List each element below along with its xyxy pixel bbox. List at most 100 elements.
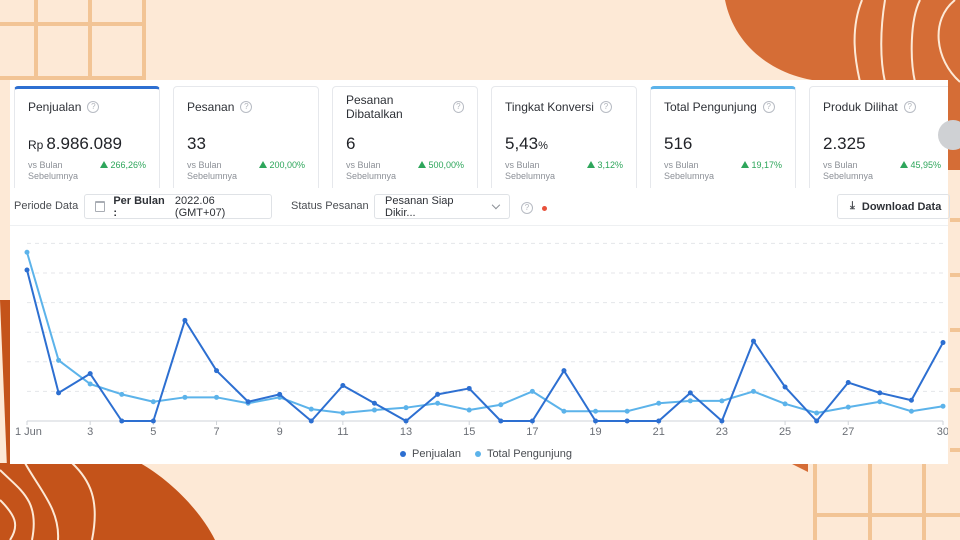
data-point-pengunjung[interactable] (814, 410, 820, 416)
data-point-pengunjung[interactable] (371, 407, 377, 413)
x-tick-label: 30 (937, 426, 948, 438)
card-title: Total Pengunjung? (664, 99, 782, 115)
card-value-number: 8.986.089 (46, 134, 122, 153)
metric-card[interactable]: Pesanan Dibatalkan? 6 vs Bulan Sebelumnya 50… (332, 86, 478, 188)
status-select[interactable]: Pesanan Siap Dikir... (374, 194, 510, 219)
data-point-penjualan[interactable] (119, 418, 125, 424)
legend-item-pengunjung[interactable]: Total Pengunjung (474, 448, 572, 460)
help-icon[interactable]: ? (240, 101, 253, 113)
data-point-pengunjung[interactable] (529, 388, 535, 394)
metric-cards: Penjualan? Rp 8.986.089 vs Bulan Sebelumnya 2… (14, 86, 948, 188)
help-icon[interactable]: ? (762, 101, 775, 113)
data-point-pengunjung[interactable] (656, 400, 662, 406)
metric-card[interactable]: Tingkat Konversi? 5,43% vs Bulan Sebelumnya… (491, 86, 637, 188)
chevron-down-icon (492, 200, 501, 209)
data-point-pengunjung[interactable] (24, 249, 30, 255)
data-point-pengunjung[interactable] (150, 399, 156, 405)
data-point-pengunjung[interactable] (119, 391, 125, 397)
card-title: Penjualan? (28, 99, 146, 115)
delta-badge: 19,17% (741, 160, 782, 182)
data-point-pengunjung[interactable] (214, 394, 220, 400)
card-title-text: Tingkat Konversi (505, 100, 594, 114)
data-point-pengunjung[interactable] (877, 399, 883, 405)
data-point-penjualan[interactable] (750, 338, 756, 344)
card-value-number: 2.325 (823, 134, 866, 153)
data-point-penjualan[interactable] (719, 418, 725, 424)
data-point-penjualan[interactable] (150, 418, 156, 424)
data-point-penjualan[interactable] (403, 418, 409, 424)
data-point-penjualan[interactable] (845, 380, 851, 386)
data-point-penjualan[interactable] (245, 399, 251, 405)
delta-badge: 266,26% (100, 160, 146, 182)
data-point-penjualan[interactable] (624, 418, 630, 424)
card-value-number: 516 (664, 134, 693, 153)
card-footer: vs Bulan Sebelumnya 266,26% (28, 160, 146, 182)
data-point-pengunjung[interactable] (466, 407, 472, 413)
data-point-penjualan[interactable] (87, 371, 93, 377)
data-point-penjualan[interactable] (466, 385, 472, 391)
data-point-penjualan[interactable] (687, 390, 693, 396)
data-point-penjualan[interactable] (940, 340, 946, 346)
data-point-penjualan[interactable] (214, 368, 220, 374)
data-point-pengunjung[interactable] (435, 400, 441, 406)
data-point-pengunjung[interactable] (782, 401, 788, 407)
metric-card[interactable]: Produk Dilihat? 2.325 vs Bulan Sebelumnya 45… (809, 86, 948, 188)
legend-item-penjualan[interactable]: Penjualan (400, 448, 461, 460)
help-icon[interactable]: ? (87, 101, 100, 113)
series-line-penjualan (26, 269, 944, 422)
data-point-penjualan[interactable] (182, 317, 188, 323)
data-point-penjualan[interactable] (435, 391, 441, 397)
data-point-pengunjung[interactable] (56, 357, 62, 363)
data-point-pengunjung[interactable] (750, 388, 756, 394)
period-picker[interactable]: Per Bulan : 2022.06 (GMT+07) (84, 194, 272, 219)
data-point-penjualan[interactable] (371, 400, 377, 406)
data-point-pengunjung[interactable] (719, 398, 725, 404)
card-value: 33 (187, 134, 305, 154)
data-point-penjualan[interactable] (529, 418, 535, 424)
card-footer: vs Bulan Sebelumnya 3,12% (505, 160, 623, 182)
delta-value: 266,26% (110, 160, 146, 170)
data-point-penjualan[interactable] (561, 368, 567, 374)
help-icon[interactable]: ? (903, 101, 916, 113)
data-point-pengunjung[interactable] (908, 408, 914, 414)
data-point-pengunjung[interactable] (687, 398, 693, 404)
data-point-pengunjung[interactable] (498, 402, 504, 408)
calendar-icon (95, 201, 106, 212)
data-point-pengunjung[interactable] (87, 381, 93, 387)
help-icon[interactable]: ? (521, 202, 533, 214)
data-point-pengunjung[interactable] (340, 410, 346, 416)
data-point-penjualan[interactable] (656, 418, 662, 424)
data-point-penjualan[interactable] (877, 390, 883, 396)
data-point-pengunjung[interactable] (182, 394, 188, 400)
data-point-penjualan[interactable] (498, 418, 504, 424)
data-point-pengunjung[interactable] (624, 408, 630, 414)
card-footer: vs Bulan Sebelumnya 500,00% (346, 160, 464, 182)
data-point-penjualan[interactable] (782, 384, 788, 390)
data-point-penjualan[interactable] (814, 418, 820, 424)
data-point-pengunjung[interactable] (403, 405, 409, 411)
arrow-up-icon (741, 161, 750, 168)
data-point-pengunjung[interactable] (561, 408, 567, 414)
download-data-button[interactable]: ⤓ Download Data (837, 194, 950, 219)
metric-card[interactable]: Penjualan? Rp 8.986.089 vs Bulan Sebelumnya 2… (14, 86, 160, 188)
data-point-penjualan[interactable] (908, 397, 914, 403)
comparison-label: vs Bulan Sebelumnya (505, 160, 555, 182)
metric-card[interactable]: Pesanan? 33 vs Bulan Sebelumnya 200,00% (173, 86, 319, 188)
next-cards-button[interactable] (938, 120, 960, 150)
data-point-penjualan[interactable] (308, 418, 314, 424)
data-point-penjualan[interactable] (340, 382, 346, 388)
data-point-pengunjung[interactable] (593, 408, 599, 414)
help-icon[interactable]: ? (599, 101, 612, 113)
card-title-text: Produk Dilihat (823, 100, 898, 114)
delta-badge: 3,12% (587, 160, 623, 182)
data-point-penjualan[interactable] (56, 390, 62, 396)
data-point-penjualan[interactable] (277, 391, 283, 397)
card-value-suffix: % (538, 140, 548, 152)
data-point-pengunjung[interactable] (940, 403, 946, 409)
data-point-pengunjung[interactable] (845, 404, 851, 410)
data-point-penjualan[interactable] (593, 418, 599, 424)
help-icon[interactable]: ? (452, 101, 464, 113)
data-point-penjualan[interactable] (24, 267, 30, 273)
metric-card[interactable]: Total Pengunjung? 516 vs Bulan Sebelumnya 19… (650, 86, 796, 188)
data-point-pengunjung[interactable] (308, 406, 314, 412)
